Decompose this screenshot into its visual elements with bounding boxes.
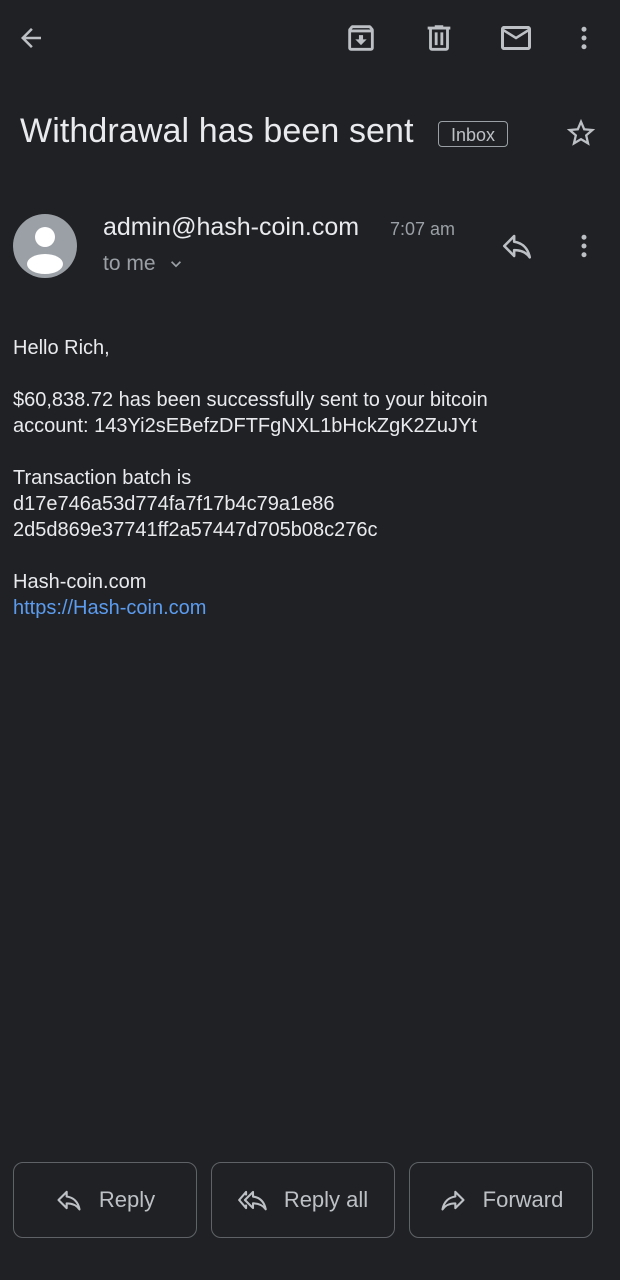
archive-icon — [348, 25, 374, 51]
message-body: Hello Rich, $60,838.72 has been successf… — [13, 335, 603, 621]
more-vert-icon — [581, 234, 587, 258]
reply-button[interactable]: Reply — [13, 1162, 197, 1238]
forward-label: Forward — [482, 1187, 564, 1212]
trash-icon — [427, 25, 451, 51]
message-actions: Reply Reply all Forward — [13, 1162, 595, 1240]
arrow-back-icon — [21, 28, 41, 48]
forward-icon — [441, 1190, 465, 1211]
signature: Hash-coin.com — [13, 571, 147, 593]
batch-id-line: 2d5d869e37741ff2a57447d705b08c276c — [13, 519, 378, 541]
inbox-label-chip[interactable]: Inbox — [438, 121, 509, 147]
star-button[interactable] — [557, 109, 605, 157]
message-more-button[interactable] — [560, 222, 608, 270]
forward-button[interactable]: Forward — [409, 1162, 593, 1238]
star-outline-icon — [566, 118, 596, 146]
reply-label: Reply — [98, 1187, 156, 1212]
subject-row: Withdrawal has been sent Inbox — [20, 108, 610, 164]
body-line: $60,838.72 has been successfully sent to… — [13, 389, 488, 411]
delete-button[interactable] — [415, 14, 463, 62]
reply-all-icon — [237, 1190, 267, 1211]
message-time: 7:07 am — [390, 219, 456, 239]
mark-unread-button[interactable] — [492, 14, 540, 62]
mail-icon — [501, 26, 531, 50]
batch-id-line: d17e746a53d774fa7f17b4c79a1e86 — [13, 493, 335, 515]
more-vert-icon — [581, 26, 587, 50]
body-line: account: 143Yi2sEBefzDFTFgNXL1bHckZgK2Zu… — [13, 415, 477, 437]
reply-all-label: Reply all — [283, 1187, 369, 1212]
top-app-bar — [0, 0, 620, 78]
sender-avatar[interactable] — [13, 214, 77, 278]
reply-icon — [502, 234, 532, 259]
person-icon — [27, 227, 63, 274]
email-subject: Withdrawal has been sent — [20, 112, 414, 150]
recipient-label: to me — [103, 252, 156, 275]
greeting: Hello Rich, — [13, 337, 110, 359]
back-button[interactable] — [7, 14, 55, 62]
website-link[interactable]: https://Hash-coin.com — [13, 597, 206, 619]
chevron-down-icon — [170, 261, 181, 268]
batch-label: Transaction batch is — [13, 467, 192, 489]
more-options-button[interactable] — [560, 14, 608, 62]
sender-email[interactable]: admin@hash-coin.com — [103, 213, 359, 242]
reply-icon — [57, 1190, 81, 1211]
recipient-details-toggle[interactable]: to me — [103, 252, 186, 276]
quick-reply-button[interactable] — [493, 222, 541, 270]
archive-button[interactable] — [337, 14, 385, 62]
message-header: admin@hash-coin.com 7:07 am to me — [0, 205, 620, 295]
email-view: Withdrawal has been sent Inbox admin@has… — [0, 0, 620, 1280]
reply-all-button[interactable]: Reply all — [211, 1162, 395, 1238]
